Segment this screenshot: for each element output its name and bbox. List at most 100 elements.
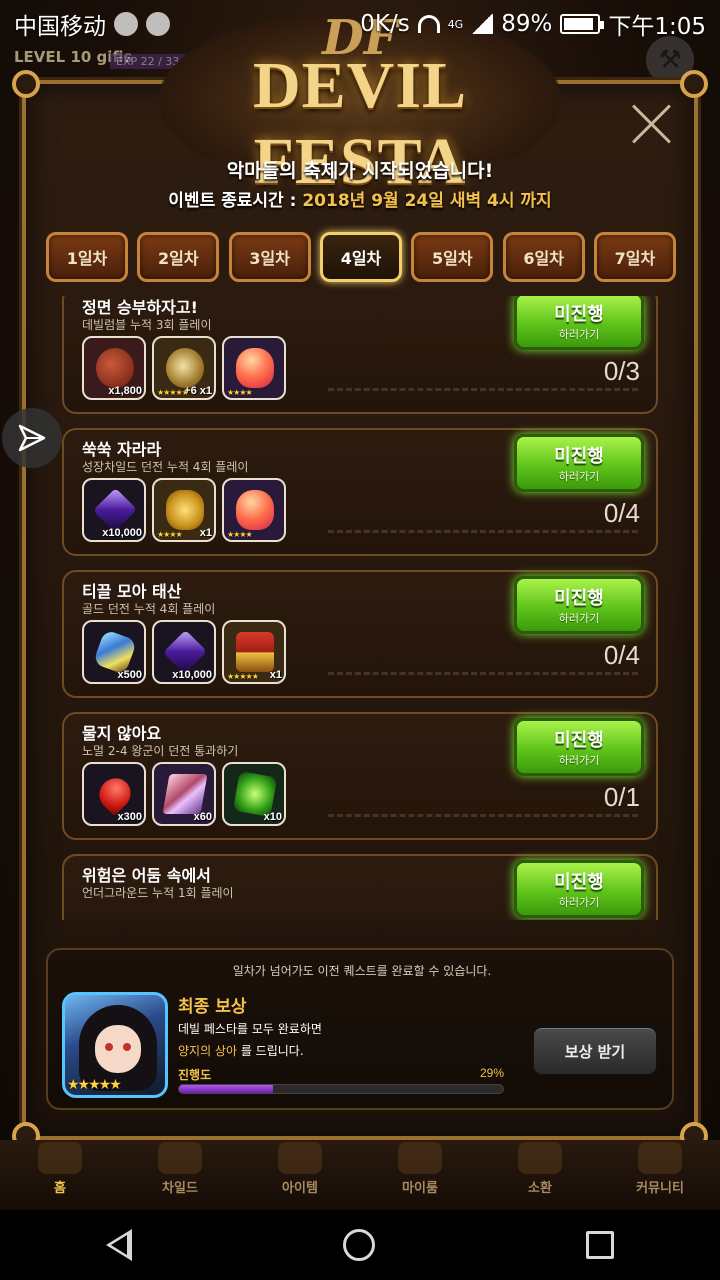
signal-icon xyxy=(471,14,494,34)
star-rating: ★★★★ xyxy=(227,530,253,539)
quest-progress: 0/4 xyxy=(603,498,640,528)
quest-go-button[interactable]: 미진행 하러가기 xyxy=(514,860,644,918)
dark-gem-icon xyxy=(162,629,208,675)
progress-percent: 29% xyxy=(479,1066,504,1080)
reward-qty: x10 xyxy=(263,811,282,823)
quest-button-label: 미진행 xyxy=(554,730,604,751)
quest-button-sub: 하러가기 xyxy=(558,754,600,767)
nav-item-menu[interactable]: 아이템 xyxy=(240,1140,360,1210)
quest-go-button[interactable]: 미진행 하러가기 xyxy=(514,296,644,350)
medal-icon xyxy=(166,348,204,388)
app-icon xyxy=(146,12,170,36)
tab-day-4[interactable]: 4일차 xyxy=(319,232,402,282)
star-rating: ★★★★★ xyxy=(157,388,189,397)
reward-item[interactable]: x10 xyxy=(222,762,286,826)
quest-description: 노멀 2-4 왕군이 던전 통과하기 xyxy=(82,744,239,758)
quest-description: 언더그라운드 누적 1회 플레이 xyxy=(82,886,234,900)
nav-label: 커뮤니티 xyxy=(636,1181,684,1196)
close-button[interactable] xyxy=(630,102,674,146)
quest-list[interactable]: 정면 승부하자고! 데빌럼블 누적 3회 플레이 x1,800 +6 x1 ★★… xyxy=(62,296,658,920)
quest-button-sub: 하러가기 xyxy=(558,470,600,483)
tab-day-6[interactable]: 6일차 xyxy=(502,232,585,282)
reward-item[interactable]: x10,000 xyxy=(82,478,146,542)
coin-icon xyxy=(96,348,134,388)
reward-list: x300 x60 x10 xyxy=(82,762,286,826)
system-nav-bar xyxy=(0,1210,720,1280)
reward-item[interactable]: ★★★★ xyxy=(222,478,286,542)
reward-item[interactable]: ★★★★ xyxy=(222,336,286,400)
quest-description: 데빌럼블 누적 3회 플레이 xyxy=(82,318,212,332)
quest-button-label: 미진행 xyxy=(554,588,604,609)
corner-ornament xyxy=(12,70,40,98)
reward-item[interactable]: x1 ★★★★★ xyxy=(222,620,286,684)
nav-label: 홈 xyxy=(54,1181,66,1196)
reward-item[interactable]: +6 x1 ★★★★★ xyxy=(152,336,216,400)
nav-label: 차일드 xyxy=(162,1181,198,1196)
quest-description: 성장차일드 던전 누적 4회 플레이 xyxy=(82,460,249,474)
reward-qty: x500 xyxy=(117,669,142,681)
reward-item[interactable]: x60 xyxy=(152,762,216,826)
clock: 下午1:05 xyxy=(608,14,706,40)
final-reward-desc: 데빌 페스타를 모두 완료하면 xyxy=(178,1022,322,1036)
reward-item[interactable]: x1,800 xyxy=(82,336,146,400)
character-face xyxy=(95,1025,141,1073)
back-icon[interactable] xyxy=(105,1229,132,1261)
tab-day-5[interactable]: 5일차 xyxy=(411,232,494,282)
tab-day-1[interactable]: 1일차 xyxy=(46,232,128,282)
nav-child[interactable]: 차일드 xyxy=(120,1140,240,1210)
tab-day-7[interactable]: 7일차 xyxy=(593,232,676,282)
tab-day-2[interactable]: 2일차 xyxy=(137,232,220,282)
final-reward-desc-2: 양지의 상아 를 드립니다. xyxy=(178,1042,304,1059)
progress-bar xyxy=(178,1084,504,1094)
slime-icon xyxy=(236,490,274,530)
quest-go-button[interactable]: 미진행 하러가기 xyxy=(514,576,644,634)
event-end-time: 이벤트 종료시간 : 2018년 9월 24일 새벽 4시 까지 xyxy=(0,186,720,211)
quest-button-sub: 하러가기 xyxy=(558,612,600,625)
reward-item[interactable]: x1 ★★★★ xyxy=(152,478,216,542)
tab-day-3[interactable]: 3일차 xyxy=(228,232,311,282)
progress-fill xyxy=(179,1085,273,1093)
net-speed: 0K/s xyxy=(360,11,410,37)
nav-label: 마이룸 xyxy=(402,1181,438,1196)
wifi-icon xyxy=(417,15,440,33)
star-rating: ★★★★★ xyxy=(227,672,259,681)
corner-ornament xyxy=(680,70,708,98)
quest-button-label: 미진행 xyxy=(554,446,604,467)
home-circle-icon[interactable] xyxy=(342,1229,375,1261)
reward-item[interactable]: x500 xyxy=(82,620,146,684)
star-rating: ★★★★ xyxy=(227,388,253,397)
reward-item[interactable]: x300 xyxy=(82,762,146,826)
quest-item: 물지 않아요 노멀 2-4 왕군이 던전 통과하기 x300 x60 x10 미… xyxy=(62,712,658,840)
myroom-icon xyxy=(398,1142,442,1174)
end-time-value: 2018년 9월 24일 새벽 4시 까지 xyxy=(302,191,552,211)
claim-reward-button[interactable]: 보상 받기 xyxy=(532,1026,658,1076)
star-rating: ★★★★★ xyxy=(67,1077,122,1093)
community-icon xyxy=(638,1142,682,1174)
nav-summon[interactable]: 소환 xyxy=(480,1140,600,1210)
nav-label: 아이템 xyxy=(282,1181,318,1196)
quest-progress: 0/3 xyxy=(603,356,640,386)
recents-icon[interactable] xyxy=(586,1231,615,1259)
final-note: 일차가 넘어가도 이전 퀘스트를 완료할 수 있습니다. xyxy=(232,964,492,978)
quest-go-button[interactable]: 미진행 하러가기 xyxy=(514,434,644,492)
nav-label: 소환 xyxy=(528,1181,552,1196)
progress-line xyxy=(328,530,638,533)
nav-myroom[interactable]: 마이룸 xyxy=(360,1140,480,1210)
network-type: 4G xyxy=(447,17,464,31)
nav-home[interactable]: 홈 xyxy=(0,1140,120,1210)
day-tabs: 1일차 2일차 3일차 4일차 5일차 6일차 7일차 xyxy=(46,232,676,282)
reward-item[interactable]: x10,000 xyxy=(152,620,216,684)
end-time-label: 이벤트 종료시간 : xyxy=(168,191,297,211)
quest-go-button[interactable]: 미진행 하러가기 xyxy=(514,718,644,776)
reward-qty: x60 xyxy=(193,811,212,823)
quest-item: 위험은 어둠 속에서 언더그라운드 누적 1회 플레이 미진행 하러가기 xyxy=(62,854,658,920)
nav-community[interactable]: 커뮤니티 xyxy=(600,1140,720,1210)
character-portrait[interactable]: ★★★★★ xyxy=(62,992,168,1098)
gold-chest-icon xyxy=(166,490,204,530)
child-icon xyxy=(158,1142,202,1174)
floating-share-button[interactable] xyxy=(2,408,62,468)
reward-list: x1,800 +6 x1 ★★★★★ ★★★★ xyxy=(82,336,286,400)
quest-progress: 0/1 xyxy=(603,782,640,812)
reward-name: 양지의 상아 xyxy=(178,1044,238,1058)
slime-icon xyxy=(236,348,274,388)
